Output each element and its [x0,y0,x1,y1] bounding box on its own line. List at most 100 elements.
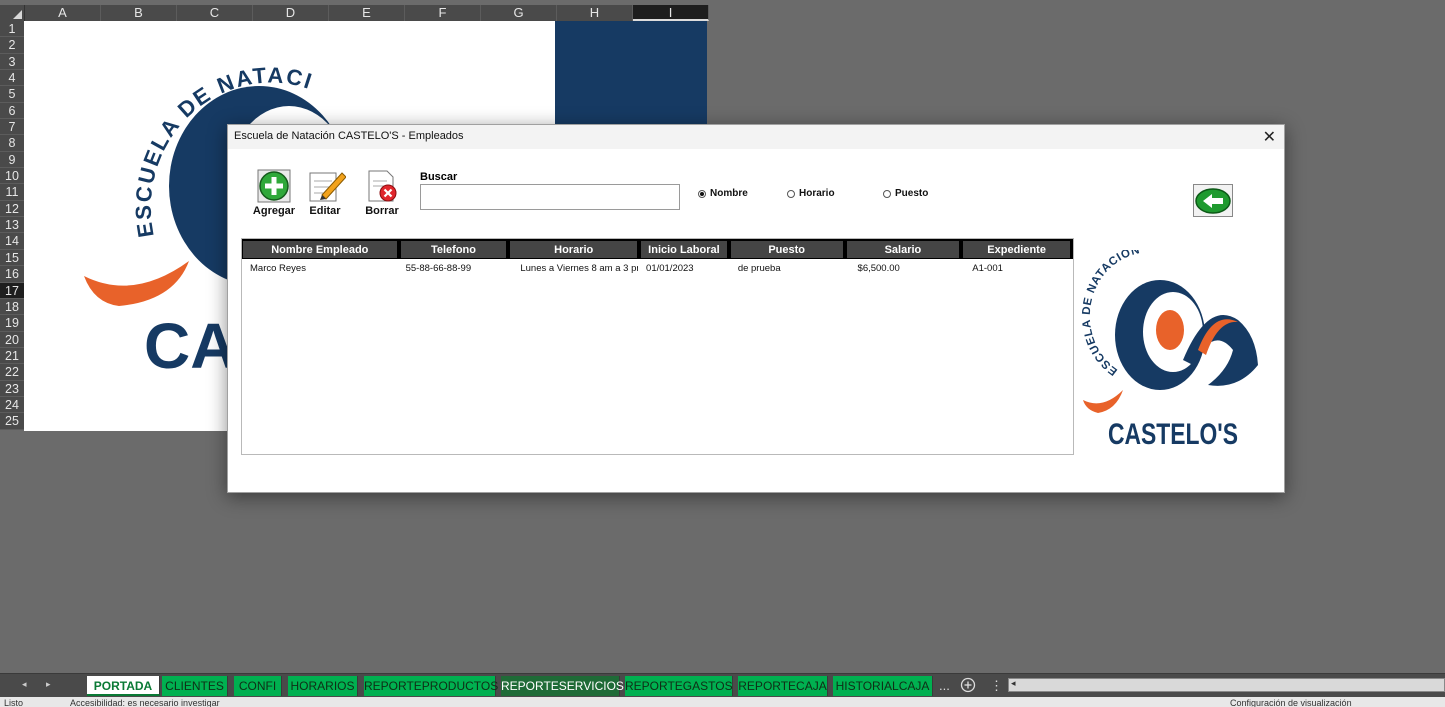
add-button[interactable]: Agregar [249,169,299,217]
tab-options-icon[interactable]: ⋮ [990,676,1003,696]
row-header-7[interactable]: 7 [0,119,24,136]
sheet-logo-partial-text: CA [144,310,236,382]
row-header-16[interactable]: 16 [0,266,24,283]
tab-historialcaja[interactable]: HISTORIALCAJA [833,676,933,696]
radio-nombre[interactable]: Nombre [698,188,748,199]
radio-nombre-label: Nombre [710,188,748,199]
status-display-settings[interactable]: Configuración de visualización [1230,698,1352,707]
row-header-2[interactable]: 2 [0,37,24,54]
row-header-15[interactable]: 15 [0,249,24,267]
row-header-4[interactable]: 4 [0,70,24,87]
cell-nombre: Marco Reyes [250,263,306,274]
table-row[interactable]: Marco Reyes 55-88-66-88-99 Lunes a Viern… [242,261,1073,277]
col-header-telefono[interactable]: Telefono [399,239,508,259]
tab-reporteproductos[interactable]: REPORTEPRODUCTOS [364,676,498,696]
tab-portada[interactable]: PORTADA [87,676,160,696]
column-header-e[interactable]: E [329,5,405,21]
row-header-8[interactable]: 8 [0,135,24,152]
add-sheet-icon[interactable] [960,677,976,699]
table-header-row: Nombre Empleado Telefono Horario Inicio … [242,239,1073,259]
row-header-23[interactable]: 23 [0,380,24,397]
cell-puesto: de prueba [737,263,781,274]
select-all-corner[interactable] [0,5,25,21]
radio-puesto-label: Puesto [895,188,929,199]
row-header-22[interactable]: 22 [0,364,24,381]
row-header-1[interactable]: 1 [0,21,24,38]
tab-scroll-left-icon[interactable]: ◂ [22,679,27,690]
cell-expediente: A1-001 [972,263,1003,274]
logo-name-text: CASTELO'S [1108,418,1238,450]
row-header-18[interactable]: 18 [0,298,24,316]
row-header-11[interactable]: 11 [0,184,24,201]
row-header-17[interactable]: 17 [0,282,24,299]
tab-clientes[interactable]: CLIENTES [162,676,228,696]
row-header-20[interactable]: 20 [0,331,24,348]
column-header-bar: A B C D E F G H I [0,5,709,21]
radio-horario-label: Horario [799,188,835,199]
col-header-salario[interactable]: Salario [845,239,961,259]
column-header-i[interactable]: I [633,5,709,21]
col-header-puesto[interactable]: Puesto [729,239,844,259]
tab-reportegastos[interactable]: REPORTEGASTOS [625,676,733,696]
status-bar: Listo Accesibilidad: es necesario invest… [0,697,1445,707]
row-header-10[interactable]: 10 [0,168,24,185]
back-arrow-icon [1195,188,1231,214]
column-header-g[interactable]: G [481,5,557,21]
employees-dialog: Escuela de Natación CASTELO'S - Empleado… [227,124,1285,493]
status-accessibility[interactable]: Accesibilidad: es necesario investigar [70,698,220,707]
row-header-24[interactable]: 24 [0,396,24,414]
row-header-14[interactable]: 14 [0,233,24,250]
delete-button[interactable]: Borrar [357,169,407,217]
employees-table[interactable]: Nombre Empleado Telefono Horario Inicio … [241,238,1074,455]
radio-horario[interactable]: Horario [787,188,835,199]
row-header-bar: 1 2 3 4 5 6 7 8 9 10 11 12 13 14 15 16 17 18 19 20 21 22 23 24 2… [0,21,24,430]
more-tabs-button[interactable]: ... [939,676,950,696]
column-header-f[interactable]: F [405,5,481,21]
scroll-left-arrow-icon[interactable]: ◂ [1011,678,1016,689]
radio-puesto-dot[interactable] [883,189,891,198]
delete-icon [365,169,399,203]
radio-nombre-dot[interactable] [698,189,706,198]
close-icon[interactable]: ✕ [1263,127,1276,147]
row-header-21[interactable]: 21 [0,347,24,365]
row-header-13[interactable]: 13 [0,217,24,234]
delete-label: Borrar [365,205,399,217]
col-header-inicio[interactable]: Inicio Laboral [640,239,728,259]
search-input[interactable] [420,184,680,210]
cell-horario: Lunes a Viernes 8 am a 3 pm [520,263,639,274]
tab-reporteservicios[interactable]: REPORTESERVICIOS [501,676,624,696]
radio-horario-dot[interactable] [787,189,795,198]
back-button[interactable] [1193,184,1233,217]
dialog-title: Escuela de Natación CASTELO'S - Empleado… [234,130,464,142]
column-header-a[interactable]: A [25,5,101,21]
castelos-logo: ESCUELA DE NATACIÓN CASTELO'S [1081,250,1258,450]
row-header-25[interactable]: 25 [0,413,24,430]
col-header-expediente[interactable]: Expediente [962,239,1071,259]
edit-label: Editar [309,205,341,217]
row-header-5[interactable]: 5 [0,86,24,103]
horizontal-scrollbar[interactable]: ◂ [1008,678,1445,692]
column-header-b[interactable]: B [101,5,177,21]
tab-horarios[interactable]: HORARIOS [288,676,358,696]
row-header-3[interactable]: 3 [0,53,24,71]
column-header-d[interactable]: D [253,5,329,21]
col-header-horario[interactable]: Horario [509,239,639,259]
radio-puesto[interactable]: Puesto [883,188,928,199]
tab-reportecaja[interactable]: REPORTECAJA [738,676,828,696]
column-header-h[interactable]: H [557,5,633,21]
column-header-c[interactable]: C [177,5,253,21]
search-label: Buscar [420,171,458,183]
dialog-titlebar[interactable]: Escuela de Natación CASTELO'S - Empleado… [228,125,1284,149]
row-header-9[interactable]: 9 [0,151,24,169]
row-header-19[interactable]: 19 [0,315,24,332]
row-header-6[interactable]: 6 [0,102,24,120]
add-label: Agregar [252,205,296,217]
edit-button[interactable]: Editar [300,169,350,217]
tab-scroll-right-icon[interactable]: ▸ [46,679,51,690]
cell-telefono: 55-88-66-88-99 [405,263,472,274]
edit-icon [308,169,347,203]
row-header-12[interactable]: 12 [0,200,24,218]
tab-confi[interactable]: CONFI [234,676,282,696]
cell-inicio: 01/01/2023 [646,263,694,274]
col-header-nombre[interactable]: Nombre Empleado [242,239,398,259]
